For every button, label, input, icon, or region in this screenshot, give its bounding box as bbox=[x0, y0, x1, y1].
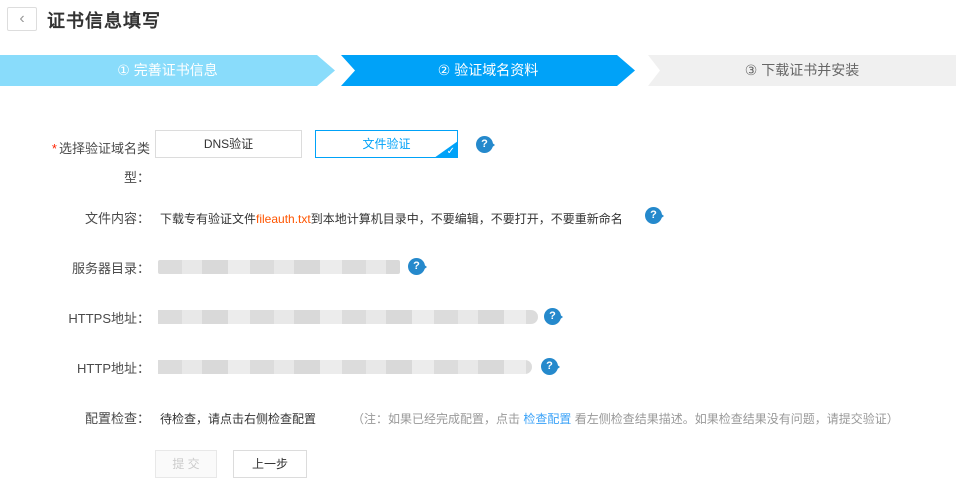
fileauth-filename-link[interactable]: fileauth.txt bbox=[256, 212, 311, 226]
file-verify-button[interactable]: 文件验证 ✓ bbox=[315, 130, 458, 158]
check-icon: ✓ bbox=[447, 147, 455, 157]
https-addr-help-icon[interactable]: ? bbox=[544, 308, 561, 325]
file-content-help-icon[interactable]: ? bbox=[645, 207, 662, 224]
step-complete-cert-info[interactable]: ① 完善证书信息 bbox=[0, 55, 335, 86]
verify-type-label: *选择验证域名类型： bbox=[45, 134, 150, 192]
page-title: 证书信息填写 bbox=[47, 7, 161, 33]
file-content-text: 下载专有验证文件fileauth.txt到本地计算机目录中，不要编辑，不要打开，… bbox=[160, 211, 623, 227]
server-dir-help-icon[interactable]: ? bbox=[408, 258, 425, 275]
http-addr-help-icon[interactable]: ? bbox=[541, 358, 558, 375]
https-addr-redacted-value bbox=[158, 310, 538, 324]
required-asterisk: * bbox=[52, 141, 57, 156]
previous-step-button[interactable]: 上一步 bbox=[233, 450, 307, 478]
config-check-status: 待检查，请点击右侧检查配置 bbox=[160, 411, 316, 427]
step-progress-bar: ① 完善证书信息 ② 验证域名资料 ③ 下载证书并安装 bbox=[0, 55, 956, 86]
config-check-note: （注：如果已经完成配置，点击 检查配置 看左侧检查结果描述。如果检查结果没有问题… bbox=[352, 411, 899, 427]
config-check-label: 配置检查： bbox=[45, 411, 150, 427]
back-chevron-icon: ‹ bbox=[19, 10, 24, 27]
verify-type-help-icon[interactable]: ? bbox=[476, 136, 493, 153]
file-verify-label: 文件验证 bbox=[362, 137, 410, 151]
server-dir-redacted-value bbox=[158, 260, 400, 274]
http-addr-label: HTTP地址： bbox=[45, 361, 150, 377]
http-addr-redacted-value bbox=[158, 360, 532, 374]
step-verify-domain[interactable]: ② 验证域名资料 bbox=[341, 55, 635, 86]
back-button[interactable]: ‹ bbox=[7, 7, 37, 31]
https-addr-label: HTTPS地址： bbox=[45, 311, 150, 327]
server-dir-label: 服务器目录： bbox=[45, 261, 150, 277]
step-download-install: ③ 下载证书并安装 bbox=[648, 55, 956, 86]
dns-verify-button[interactable]: DNS验证 bbox=[155, 130, 302, 158]
check-config-link[interactable]: 检查配置 bbox=[523, 412, 571, 426]
submit-button[interactable]: 提 交 bbox=[155, 450, 217, 478]
file-content-label: 文件内容： bbox=[45, 211, 150, 227]
